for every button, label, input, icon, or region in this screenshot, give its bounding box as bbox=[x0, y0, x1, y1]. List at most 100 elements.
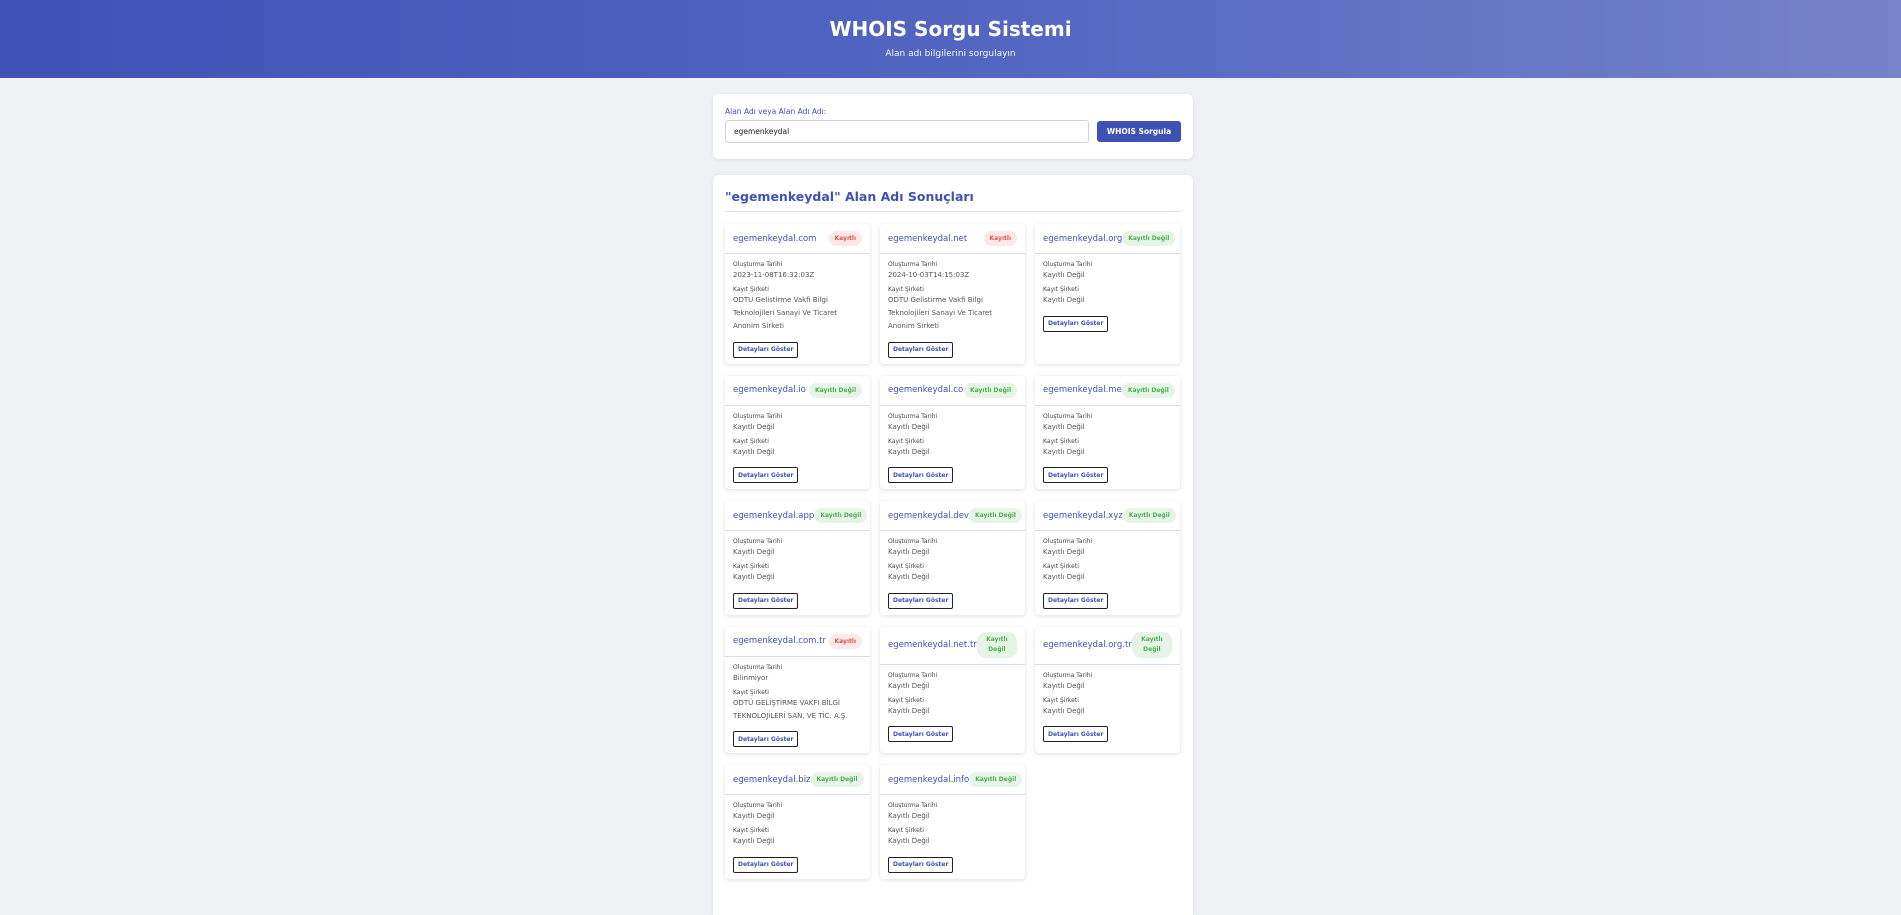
created-label: Oluşturma Tarihi bbox=[1043, 671, 1093, 679]
whois-query-button[interactable]: WHOIS Sorgula bbox=[1097, 121, 1181, 142]
status-badge: Kayıtlı Değil bbox=[1122, 231, 1176, 246]
domain-card-body: Oluşturma Tarihi Kayıtlı Değil Kayıt Şirke… bbox=[733, 531, 862, 609]
results-grid: egemenkeydal.com Kayıtlı Oluşturma Tarihi 2… bbox=[725, 224, 1181, 879]
show-details-button[interactable]: Detayları Göster bbox=[1043, 726, 1109, 742]
registrar-value: Kayıtlı Değil bbox=[888, 573, 930, 581]
registrar-label: Kayıt Şirketi bbox=[1043, 563, 1079, 570]
created-label: Oluşturma Tarihi bbox=[1043, 412, 1093, 420]
domain-card-header: egemenkeydal.net Kayıtlı bbox=[880, 224, 1025, 254]
domain-card-body: Oluşturma Tarihi Kayıtlı Değil Kayıt Şirke… bbox=[888, 531, 1017, 609]
domain-card-header: egemenkeydal.co Kayıtlı Değil bbox=[880, 376, 1025, 406]
search-label: Alan Adı veya Alan Adı Adı: bbox=[725, 107, 827, 116]
status-badge: Kayıtlı Değil bbox=[808, 382, 862, 398]
registrar-label: Kayıt Şirketi bbox=[888, 827, 924, 834]
results-panel: "egemenkeydal" Alan Adı Sonuçları egemen… bbox=[713, 175, 1193, 915]
domain-card: egemenkeydal.info Kayıtlı Değil Oluşturma … bbox=[880, 765, 1025, 879]
domain-card-header: egemenkeydal.biz Kayıtlı Değil bbox=[725, 765, 870, 795]
status-badge: Kayıtlı Değil bbox=[810, 772, 864, 787]
status-badge: Kayıtlı Değil bbox=[976, 632, 1017, 658]
created-value: Kayıtlı Değil bbox=[1043, 271, 1085, 279]
page-title: WHOIS Sorgu Sistemi bbox=[829, 17, 1072, 41]
domain-card-body: Oluşturma Tarihi Bilinmiyor Kayıt Şirketi O… bbox=[733, 657, 862, 747]
domain-card-header: egemenkeydal.com.tr Kayıtlı bbox=[725, 627, 870, 657]
created-value: Bilinmiyor bbox=[733, 673, 769, 682]
domain-card: egemenkeydal.app Kayıtlı Değil Oluşturma T… bbox=[725, 501, 870, 615]
status-badge: Kayıtlı Değil bbox=[969, 772, 1023, 787]
created-label: Oluşturma Tarihi bbox=[888, 412, 938, 420]
domain-name: egemenkeydal.app bbox=[733, 510, 815, 521]
domain-name: egemenkeydal.dev bbox=[888, 510, 969, 521]
show-details-button[interactable]: Detayları Göster bbox=[888, 467, 954, 483]
created-value: Kayıtlı Değil bbox=[1043, 422, 1085, 431]
domain-card-header: egemenkeydal.xyz Kayıtlı Değil bbox=[1035, 501, 1180, 531]
domain-card: egemenkeydal.co Kayıtlı Değil Oluşturma Ta… bbox=[880, 375, 1025, 489]
domain-card: egemenkeydal.biz Kayıtlı Değil Oluşturma T… bbox=[725, 765, 870, 879]
domain-card-body: Oluşturma Tarihi Kayıtlı Değil Kayıt Şirke… bbox=[1043, 531, 1172, 609]
created-label: Oluşturma Tarihi bbox=[733, 663, 783, 671]
domain-card: egemenkeydal.xyz Kayıtlı Değil Oluşturma T… bbox=[1035, 501, 1180, 615]
registrar-label: Kayıt Şirketi bbox=[888, 563, 924, 570]
status-badge: Kayıtlı Değil bbox=[814, 508, 868, 523]
domain-card-header: egemenkeydal.net.tr Kayıtlı Değil bbox=[880, 627, 1025, 665]
created-value: Kayıtlı Değil bbox=[733, 812, 775, 820]
show-details-button[interactable]: Detayları Göster bbox=[888, 856, 954, 873]
show-details-button[interactable]: Detayları Göster bbox=[1043, 592, 1109, 609]
created-label: Oluşturma Tarihi bbox=[1043, 261, 1093, 268]
show-details-button[interactable]: Detayları Göster bbox=[733, 467, 799, 483]
created-value: Kayıtlı Değil bbox=[1043, 548, 1085, 556]
registrar-label: Kayıt Şirketi bbox=[888, 696, 924, 704]
domain-name: egemenkeydal.io bbox=[733, 385, 806, 395]
domain-card: egemenkeydal.net Kayıtlı Oluşturma Tarihi 2… bbox=[880, 224, 1025, 364]
show-details-button[interactable]: Detayları Göster bbox=[733, 592, 799, 609]
registrar-value: Kayıtlı Değil bbox=[888, 837, 930, 845]
show-details-button[interactable]: Detayları Göster bbox=[1043, 467, 1109, 483]
status-badge: Kayıtlı Değil bbox=[1122, 508, 1176, 523]
registrar-label: Kayıt Şirketi bbox=[1043, 437, 1079, 445]
domain-card-header: egemenkeydal.me Kayıtlı Değil bbox=[1035, 376, 1180, 406]
show-details-button[interactable]: Detayları Göster bbox=[888, 341, 954, 358]
show-details-button[interactable]: Detayları Göster bbox=[733, 731, 799, 747]
registrar-value: Kayıtlı Değil bbox=[733, 837, 775, 845]
created-value: Kayıtlı Değil bbox=[888, 422, 930, 431]
domain-search-input[interactable] bbox=[725, 120, 1089, 143]
created-label: Oluşturma Tarihi bbox=[1043, 538, 1093, 545]
created-label: Oluşturma Tarihi bbox=[733, 538, 783, 545]
created-label: Oluşturma Tarihi bbox=[733, 412, 783, 420]
registrar-value: Kayıtlı Değil bbox=[1043, 573, 1085, 581]
show-details-button[interactable]: Detayları Göster bbox=[888, 592, 954, 609]
registrar-label: Kayıt Şirketi bbox=[733, 563, 769, 570]
page-header: WHOIS Sorgu Sistemi Alan adı bilgilerini… bbox=[0, 0, 1901, 78]
search-row: WHOIS Sorgula bbox=[725, 120, 1181, 143]
domain-card-header: egemenkeydal.dev Kayıtlı Değil bbox=[880, 501, 1025, 531]
show-details-button[interactable]: Detayları Göster bbox=[733, 856, 799, 873]
domain-card-body: Oluşturma Tarihi Kayıtlı Değil Kayıt Şirke… bbox=[1043, 665, 1172, 742]
created-label: Oluşturma Tarihi bbox=[888, 802, 938, 809]
status-badge: Kayıtlı bbox=[828, 231, 862, 246]
domain-name: egemenkeydal.me bbox=[1043, 385, 1122, 395]
created-label: Oluşturma Tarihi bbox=[733, 802, 783, 809]
created-value: Kayıtlı Değil bbox=[733, 422, 775, 431]
domain-card-header: egemenkeydal.org.tr Kayıtlı Değil bbox=[1035, 627, 1180, 665]
created-label: Oluşturma Tarihi bbox=[733, 261, 783, 268]
status-badge: Kayıtlı bbox=[828, 633, 862, 649]
domain-card: egemenkeydal.com.tr Kayıtlı Oluşturma Tari… bbox=[725, 626, 870, 753]
domain-card-header: egemenkeydal.org Kayıtlı Değil bbox=[1035, 224, 1180, 254]
show-details-button[interactable]: Detayları Göster bbox=[888, 726, 954, 742]
created-value: Kayıtlı Değil bbox=[1043, 681, 1085, 690]
show-details-button[interactable]: Detayları Göster bbox=[1043, 315, 1109, 332]
domain-card-header: egemenkeydal.com Kayıtlı bbox=[725, 224, 870, 254]
page-subtitle: Alan adı bilgilerini sorgulayın bbox=[885, 49, 1016, 59]
registrar-value: Kayıtlı Değil bbox=[733, 573, 775, 581]
registrar-label: Kayıt Şirketi bbox=[1043, 286, 1079, 293]
created-value: Kayıtlı Değil bbox=[888, 681, 930, 690]
registrar-value: Kayıtlı Değil bbox=[1043, 706, 1085, 715]
domain-card-body: Oluşturma Tarihi Kayıtlı Değil Kayıt Şirke… bbox=[733, 406, 862, 483]
domain-name: egemenkeydal.info bbox=[888, 774, 970, 785]
registrar-value: Kayıtlı Değil bbox=[888, 447, 930, 456]
registrar-label: Kayıt Şirketi bbox=[733, 688, 769, 696]
domain-card: egemenkeydal.dev Kayıtlı Değil Oluşturma T… bbox=[880, 501, 1025, 615]
created-label: Oluşturma Tarihi bbox=[888, 538, 938, 545]
domain-card-body: Oluşturma Tarihi Kayıtlı Değil Kayıt Şirke… bbox=[888, 795, 1017, 873]
registrar-label: Kayıt Şirketi bbox=[733, 286, 769, 293]
show-details-button[interactable]: Detayları Göster bbox=[733, 341, 799, 358]
